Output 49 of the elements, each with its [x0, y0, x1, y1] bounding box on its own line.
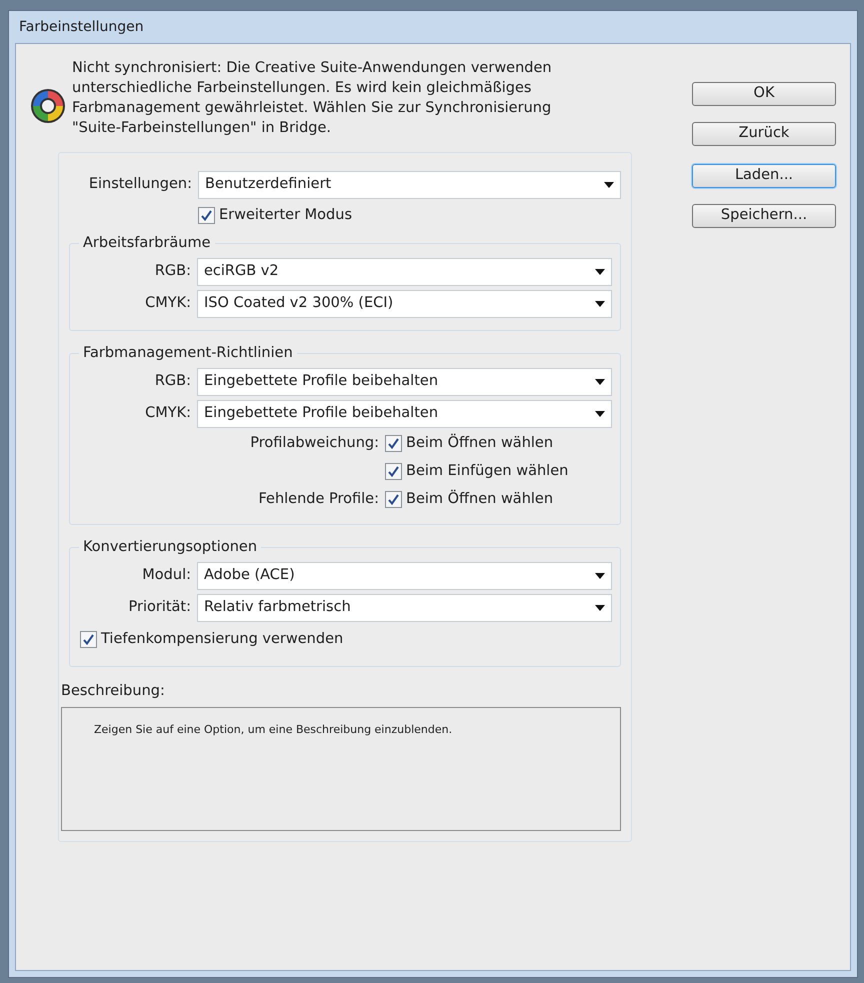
checkbox[interactable] — [198, 207, 215, 224]
checkbox-label: Beim Öffnen wählen — [406, 488, 554, 509]
dropdown[interactable]: Eingebettete Profile beibehalten — [197, 400, 612, 428]
dropdown-value: eciRGB v2 — [204, 262, 279, 281]
checkbox[interactable] — [385, 463, 402, 480]
warning-message: Nicht synchronisiert: Die Creative Suite-Anwendungen verwenden unterschiedliche Farbeinstellungen. Es wird kein gleichmäßiges Farbmanagement gewährleistet. Wählen Sie zur Synchronisierung "Suite-Farbeinstellungen" in Bridge. — [72, 59, 553, 138]
dialog-button[interactable]: Speichern... — [692, 204, 836, 228]
checkbox-label: Beim Öffnen wählen — [406, 432, 554, 453]
dropdown-value: Relativ farbmetrisch — [204, 598, 351, 617]
window-title: Farbeinstellungen — [19, 18, 144, 36]
dropdown-caret-icon — [595, 268, 605, 275]
field-label: Modul: — [141, 566, 191, 585]
checkbox[interactable] — [385, 435, 402, 452]
dropdown-caret-icon — [595, 378, 605, 385]
checkbox-label: Tiefenkompensierung verwenden — [101, 630, 344, 649]
checkbox-label: Beim Einfügen wählen — [406, 462, 568, 481]
dropdown[interactable]: Adobe (ACE) — [197, 562, 612, 590]
field-label: Fehlende Profile: — [258, 490, 379, 507]
dropdown-caret-icon — [595, 604, 605, 611]
dropdown-caret-icon — [604, 182, 614, 188]
description-text: Zeigen Sie auf eine Option, um eine Beschreibung einzublenden. — [94, 722, 452, 736]
checkbox-label: Erweiterter Modus — [219, 206, 352, 225]
field-label: Einstellungen: — [88, 175, 192, 194]
dropdown-value: Adobe (ACE) — [204, 566, 295, 585]
checkbox[interactable] — [385, 491, 402, 508]
description-label: Beschreibung: — [61, 682, 166, 701]
field-label: CMYK: — [144, 404, 191, 423]
dialog-button[interactable]: Zurück — [692, 122, 836, 146]
field-label: RGB: — [154, 372, 191, 391]
dropdown-value: Eingebettete Profile beibehalten — [204, 372, 438, 391]
checkbox[interactable] — [80, 631, 97, 648]
dropdown[interactable]: Relativ farbmetrisch — [197, 594, 612, 622]
dropdown[interactable]: ISO Coated v2 300% (ECI) — [197, 290, 612, 318]
field-label: Profilabweichung: — [250, 434, 379, 451]
dropdown-value: Eingebettete Profile beibehalten — [204, 404, 438, 423]
field-label: CMYK: — [144, 294, 191, 313]
dropdown-value: Benutzerdefiniert — [205, 175, 332, 194]
dropdown-caret-icon — [595, 300, 605, 307]
field-label: RGB: — [154, 262, 191, 281]
color-wheel-icon — [30, 88, 66, 124]
dialog-button[interactable]: OK — [692, 82, 836, 106]
dialog-button[interactable]: Laden... — [692, 164, 836, 188]
settings-dropdown[interactable]: Benutzerdefiniert — [198, 171, 621, 199]
dropdown[interactable]: eciRGB v2 — [197, 258, 612, 286]
dropdown-caret-icon — [595, 572, 605, 579]
dropdown[interactable]: Eingebettete Profile beibehalten — [197, 368, 612, 396]
field-label: Priorität: — [128, 598, 191, 617]
dropdown-value: ISO Coated v2 300% (ECI) — [204, 294, 394, 313]
dropdown-caret-icon — [595, 410, 605, 417]
